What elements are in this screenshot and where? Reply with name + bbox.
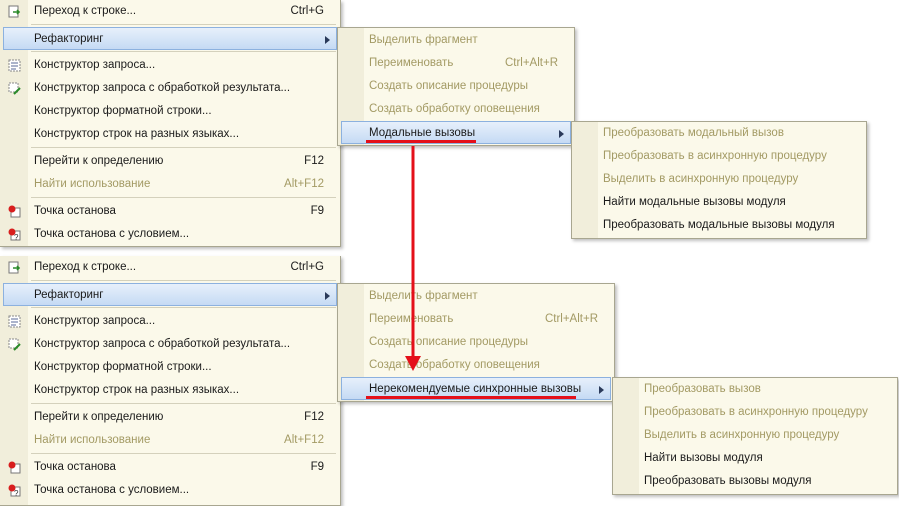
red-arrow-icon bbox=[405, 146, 421, 371]
